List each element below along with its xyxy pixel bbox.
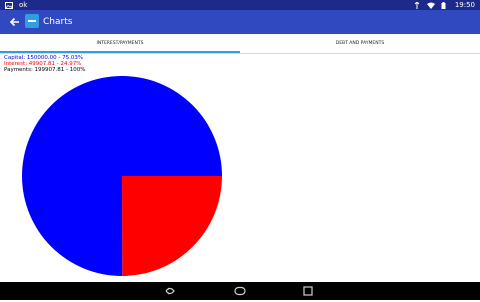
- tab-indicator: [0, 51, 240, 53]
- home-icon[interactable]: [232, 284, 248, 298]
- navigation-bar: [0, 282, 480, 300]
- battery-icon: [441, 1, 449, 9]
- app-bar: Charts: [0, 10, 480, 34]
- wifi-icon: [426, 2, 435, 9]
- page-title: Charts: [43, 17, 73, 27]
- app-icon: [25, 14, 39, 28]
- pie-slice-interest: [122, 176, 222, 276]
- pie-chart-svg: [22, 75, 222, 276]
- usb-icon: [413, 0, 421, 9]
- photo-icon: [5, 1, 13, 9]
- back-icon[interactable]: [162, 284, 178, 298]
- status-bar: ok 19:50: [0, 0, 480, 10]
- legend-payments: Payments: 199907.81 - 100%: [4, 67, 86, 73]
- ok-icon: ok: [19, 1, 28, 9]
- pie-chart: [20, 74, 224, 278]
- chart-legend: Capital: 150000.00 - 75.03% Interest: 49…: [4, 55, 86, 73]
- status-right: 19:50: [413, 0, 475, 9]
- recents-icon[interactable]: [300, 284, 316, 298]
- status-left: ok: [5, 1, 27, 9]
- tab-bar: INTEREST/PAYMENTS DEBT AND PAYMENTS: [0, 34, 480, 54]
- status-time: 19:50: [454, 1, 475, 9]
- arrow-back-icon[interactable]: [8, 15, 22, 29]
- tab-debt-and-payments[interactable]: DEBT AND PAYMENTS: [240, 34, 480, 53]
